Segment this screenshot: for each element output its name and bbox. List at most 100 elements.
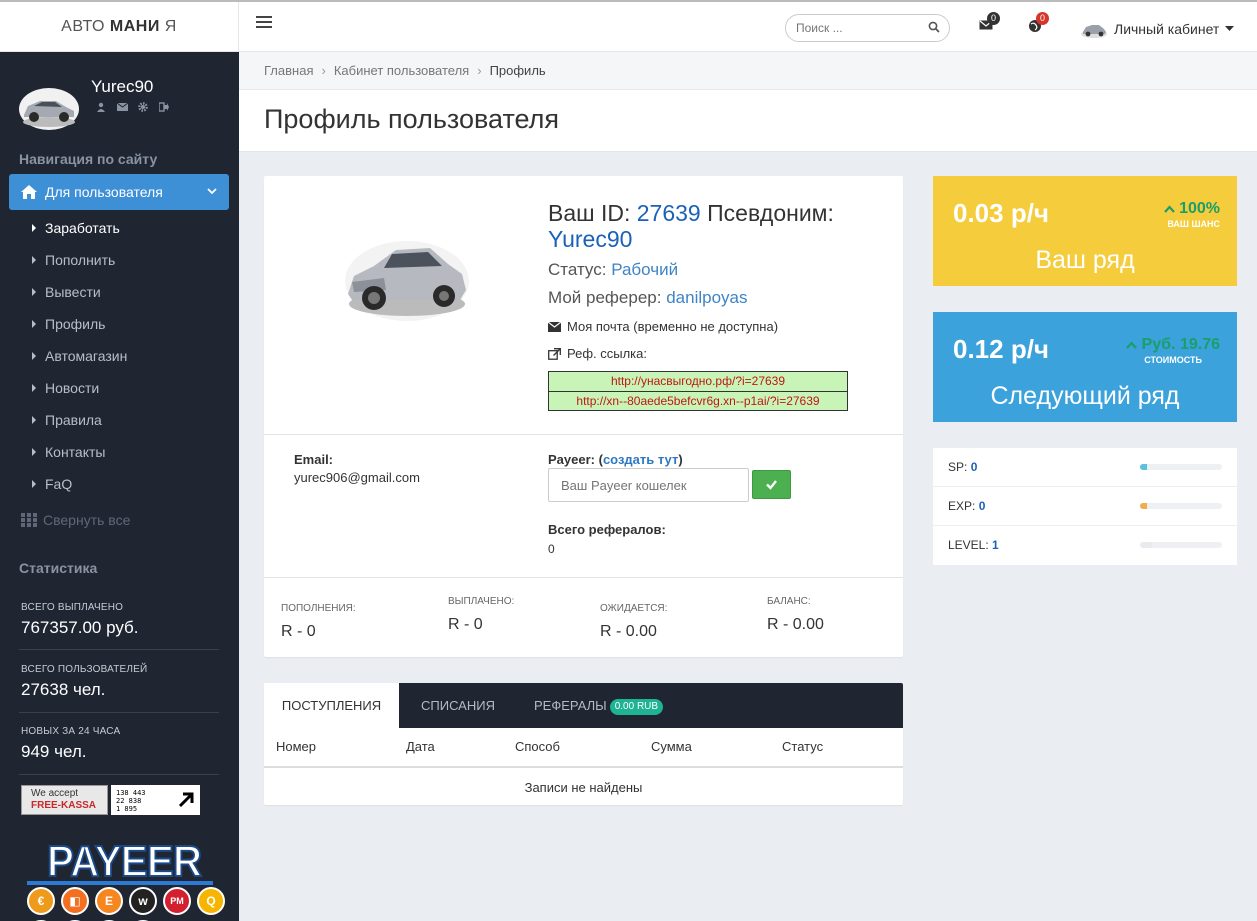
- next-row-title: Следующий ряд: [990, 382, 1180, 410]
- visit-counter[interactable]: 138 443 22 838 1 895: [111, 785, 200, 815]
- column-date: Дата: [406, 739, 435, 754]
- ref-link-label: Реф. ссылка:: [548, 346, 647, 361]
- nav-item-car-shop[interactable]: Автомагазин: [0, 340, 239, 372]
- current-rate: 0.03 р/ч: [953, 198, 1050, 228]
- current-row-widget: 0.03 р/ч 100% ВАШ ШАНС Ваш ряд: [933, 176, 1237, 286]
- notifications-button[interactable]: 0: [1028, 12, 1049, 35]
- divider: [264, 577, 903, 578]
- site-logo[interactable]: АВТО МАНИ Я: [0, 2, 239, 52]
- egopay-icon: E: [95, 887, 123, 915]
- notif-count-badge: 0: [1036, 12, 1049, 25]
- payeer-logo[interactable]: PAYEER: [46, 836, 203, 887]
- referrals-badge: 0.00 RUB: [609, 698, 664, 715]
- column-number: Номер: [276, 739, 317, 754]
- tab-bar: Поступления Списания Рефералы 0.00 RUB: [264, 683, 903, 728]
- nav-item-faq[interactable]: FaQ: [0, 468, 239, 500]
- money-paid: Выплачено: R - 0: [448, 596, 515, 633]
- user-avatar: [19, 88, 79, 130]
- grid-icon: [21, 513, 37, 527]
- stat-total-paid: Всего выплачено 767357.00 руб.: [21, 602, 139, 637]
- user-id-line: Ваш ID: 27639 Псевдоним: Yurec90: [548, 200, 834, 252]
- nav-item-profile[interactable]: Профиль: [0, 308, 239, 340]
- search-icon[interactable]: [928, 21, 940, 33]
- breadcrumb: Главная › Кабинет пользователя › Профиль: [239, 52, 1257, 90]
- caret-right-icon: [32, 256, 36, 264]
- envelope-icon[interactable]: [116, 100, 129, 111]
- nav-item-contacts[interactable]: Контакты: [0, 436, 239, 468]
- sign-out-icon[interactable]: [158, 100, 169, 112]
- wallet-icon: ◧: [61, 887, 89, 915]
- sp-progress: [1140, 464, 1222, 470]
- search-input[interactable]: [796, 21, 926, 35]
- page-title: Профиль пользователя: [264, 104, 560, 134]
- exp-progress: [1140, 503, 1222, 509]
- email-block: Email: yurec906@gmail.com: [294, 452, 420, 485]
- save-wallet-button[interactable]: [752, 470, 791, 499]
- profile-panel: Ваш ID: 27639 Псевдоним: Yurec90 Статус:…: [264, 176, 903, 657]
- transactions-panel: Поступления Списания Рефералы 0.00 RUB Но…: [264, 683, 903, 805]
- nav-item-rules[interactable]: Правила: [0, 404, 239, 436]
- column-status: Статус: [782, 739, 824, 754]
- car-avatar: [345, 241, 469, 321]
- tab-referrals[interactable]: Рефералы 0.00 RUB: [534, 683, 664, 728]
- empty-table-message: Записи не найдены: [524, 780, 643, 795]
- stats-section-title: Статистика: [19, 560, 98, 576]
- level-progress: [1140, 542, 1222, 548]
- caret-right-icon: [32, 320, 36, 328]
- referrals-total: Всего рефералов: 0: [548, 522, 666, 556]
- status-line: Статус: Рабочий: [548, 260, 679, 279]
- mail-button[interactable]: 0: [979, 12, 1000, 35]
- nav-item-news[interactable]: Новости: [0, 372, 239, 404]
- chevron-right-icon: ›: [321, 63, 326, 78]
- freekassa-banner[interactable]: We accept FREE-KASSA: [21, 785, 108, 815]
- divider: [264, 766, 903, 768]
- nav-item-deposit[interactable]: Пополнить: [0, 244, 239, 276]
- sidebar: Yurec90 Навигация по сайту Для пользоват…: [0, 52, 239, 921]
- search-box[interactable]: [785, 14, 950, 42]
- chevron-up-icon: [1163, 205, 1175, 213]
- tab-incoming[interactable]: Поступления: [264, 683, 399, 728]
- home-icon: [21, 185, 37, 199]
- gear-icon[interactable]: [138, 100, 148, 112]
- money-balance: Баланс: R - 0.00: [767, 596, 824, 633]
- next-row-widget: 0.12 р/ч Руб. 19.76 СТОИМОСТЬ Следующий …: [933, 312, 1237, 422]
- tab-outgoing[interactable]: Списания: [421, 683, 495, 728]
- next-rate: 0.12 р/ч: [953, 334, 1050, 364]
- sidebar-username: Yurec90: [91, 77, 154, 96]
- ref-link-punycode[interactable]: http://xn--80aede5befcvr6g.xn--p1ai/?i=2…: [549, 391, 847, 410]
- nav-item-withdraw[interactable]: Вывести: [0, 276, 239, 308]
- qiwi-icon: Q: [197, 887, 225, 915]
- referrer-link[interactable]: danilpoyas: [666, 288, 747, 307]
- page-header: Профиль пользователя: [239, 90, 1257, 152]
- column-amount: Сумма: [651, 739, 692, 754]
- email-value: yurec906@gmail.com: [294, 470, 420, 485]
- stat-new-24h: Новых за 24 часа 949 чел.: [21, 726, 121, 761]
- nav-list: Заработать Пополнить Вывести Профиль Авт…: [0, 212, 239, 500]
- collapse-all-button[interactable]: Свернуть все: [21, 512, 130, 528]
- nav-group-label: Для пользователя: [45, 184, 163, 200]
- referrer-line: Мой реферер: danilpoyas: [548, 288, 748, 307]
- ref-link-cyrillic[interactable]: http://унасвыгодно.рф/?i=27639: [549, 372, 847, 391]
- sp-row: SP: 0: [933, 448, 1237, 487]
- nav-group-users[interactable]: Для пользователя: [9, 174, 229, 210]
- cabinet-dropdown[interactable]: Личный кабинет: [1080, 16, 1235, 42]
- payeer-wallet-input[interactable]: [548, 468, 749, 502]
- caret-right-icon: [32, 352, 36, 360]
- money-deposits: Пополнения: R - 0: [281, 603, 356, 640]
- perfect-money-icon: PM: [163, 887, 191, 915]
- level-row: LEVEL: 1: [933, 526, 1237, 565]
- breadcrumb-home[interactable]: Главная: [264, 63, 313, 78]
- nickname-value: Yurec90: [548, 226, 633, 252]
- caret-right-icon: [32, 416, 36, 424]
- menu-toggle-icon[interactable]: [256, 16, 272, 30]
- divider: [19, 649, 219, 650]
- column-method: Способ: [515, 739, 560, 754]
- breadcrumb-cabinet[interactable]: Кабинет пользователя: [334, 63, 469, 78]
- user-icon[interactable]: [96, 100, 106, 112]
- chevron-up-icon: [1126, 341, 1137, 349]
- payeer-block: Payeer: (создать тут): [548, 452, 683, 467]
- payeer-create-link[interactable]: создать тут: [603, 452, 678, 467]
- sp-progress-fill: [1140, 464, 1147, 470]
- divider: [264, 434, 903, 435]
- nav-item-earn[interactable]: Заработать: [0, 212, 239, 244]
